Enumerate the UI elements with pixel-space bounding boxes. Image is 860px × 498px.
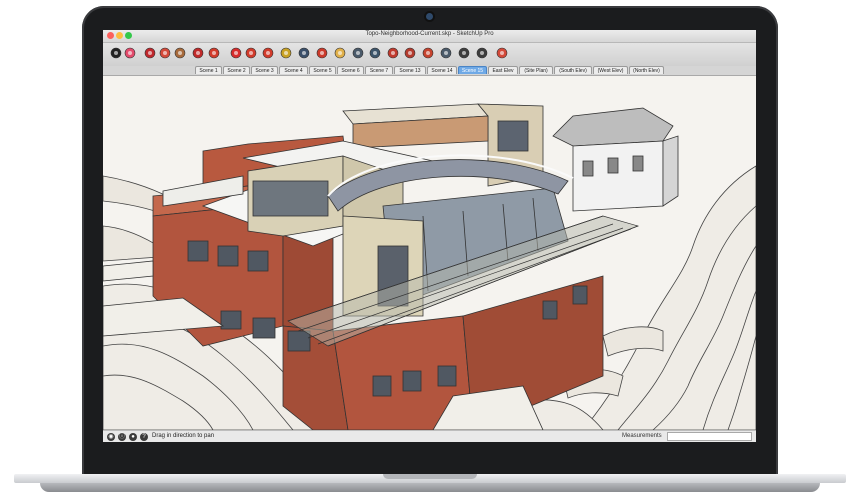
warehouse-icon[interactable] [386, 46, 400, 60]
title-bar: Topo-Neighborhood-Current.skp - SketchUp… [103, 30, 756, 43]
scene-tab-3[interactable]: Scene 3 [251, 66, 278, 74]
follow-me-icon[interactable] [207, 46, 221, 60]
scene-tab-2[interactable]: Scene 2 [223, 66, 250, 74]
architectural-model [103, 76, 756, 430]
user-icon[interactable]: ● [129, 433, 137, 441]
orbit-tool-icon[interactable] [315, 46, 329, 60]
geo-location-icon[interactable]: ◉ [107, 433, 115, 441]
select-tool-icon[interactable] [109, 46, 123, 60]
text-tool-icon[interactable] [297, 46, 311, 60]
push-pull-icon[interactable] [191, 46, 205, 60]
window-title: Topo-Neighborhood-Current.skp - SketchUp… [365, 31, 494, 37]
scene-tab-4[interactable]: Scene 4 [279, 66, 308, 74]
zoom-extents-icon[interactable] [368, 46, 382, 60]
arc-tool-icon[interactable] [158, 46, 172, 60]
scene-tab-1[interactable]: Scene 1 [195, 66, 222, 74]
paint-bucket-icon[interactable] [173, 46, 187, 60]
measurements-input[interactable] [667, 432, 752, 441]
pan-tool-icon[interactable] [333, 46, 347, 60]
eraser-tool-icon[interactable] [123, 46, 137, 60]
move-tool-icon[interactable] [229, 46, 243, 60]
scene-tab-14[interactable]: (West Elev) [593, 66, 628, 74]
scene-tab-8[interactable]: Scene 13 [394, 66, 426, 74]
webcam-icon [426, 13, 433, 20]
app-window: Topo-Neighborhood-Current.skp - SketchUp… [103, 30, 756, 442]
status-message: Drag in direction to pan [152, 433, 215, 439]
rotate-tool-icon[interactable] [244, 46, 258, 60]
position-camera-icon[interactable] [457, 46, 471, 60]
walk-tool-icon[interactable] [439, 46, 453, 60]
scene-tab-15[interactable]: (North Elev) [629, 66, 664, 74]
line-tool-icon[interactable] [143, 46, 157, 60]
scene-tab-10[interactable]: Scene 15 [458, 66, 487, 74]
section-plane-icon[interactable] [495, 46, 509, 60]
scene-tab-5[interactable]: Scene 5 [309, 66, 336, 74]
scene-tabs: Scene 1 Scene 2 Scene 3 Scene 4 Scene 5 Scene… [103, 66, 756, 76]
main-toolbar [103, 43, 756, 66]
scene-tab-13[interactable]: (South Elev) [554, 66, 592, 74]
model-viewport[interactable] [103, 76, 756, 430]
help-icon[interactable]: ? [140, 433, 148, 441]
scene-tab-9[interactable]: Scene 14 [427, 66, 457, 74]
scene-tab-6[interactable]: Scene 6 [337, 66, 364, 74]
scene-tab-12[interactable]: (Site Plan) [519, 66, 553, 74]
zoom-tool-icon[interactable] [351, 46, 365, 60]
status-bar: ◉ ⓘ ● ? Drag in direction to pan Measure… [103, 430, 756, 442]
offset-tool-icon[interactable] [261, 46, 275, 60]
extension-warehouse-icon[interactable] [403, 46, 417, 60]
scene-tab-11[interactable]: East Elev [488, 66, 518, 74]
trackpad-notch [383, 474, 477, 479]
look-around-icon[interactable] [475, 46, 489, 60]
laptop-base [0, 474, 860, 498]
share-model-icon[interactable] [421, 46, 435, 60]
credits-icon[interactable]: ⓘ [118, 433, 126, 441]
measurements-label: Measurements [622, 433, 662, 439]
scene-tab-7[interactable]: Scene 7 [365, 66, 393, 74]
tape-measure-icon[interactable] [279, 46, 293, 60]
